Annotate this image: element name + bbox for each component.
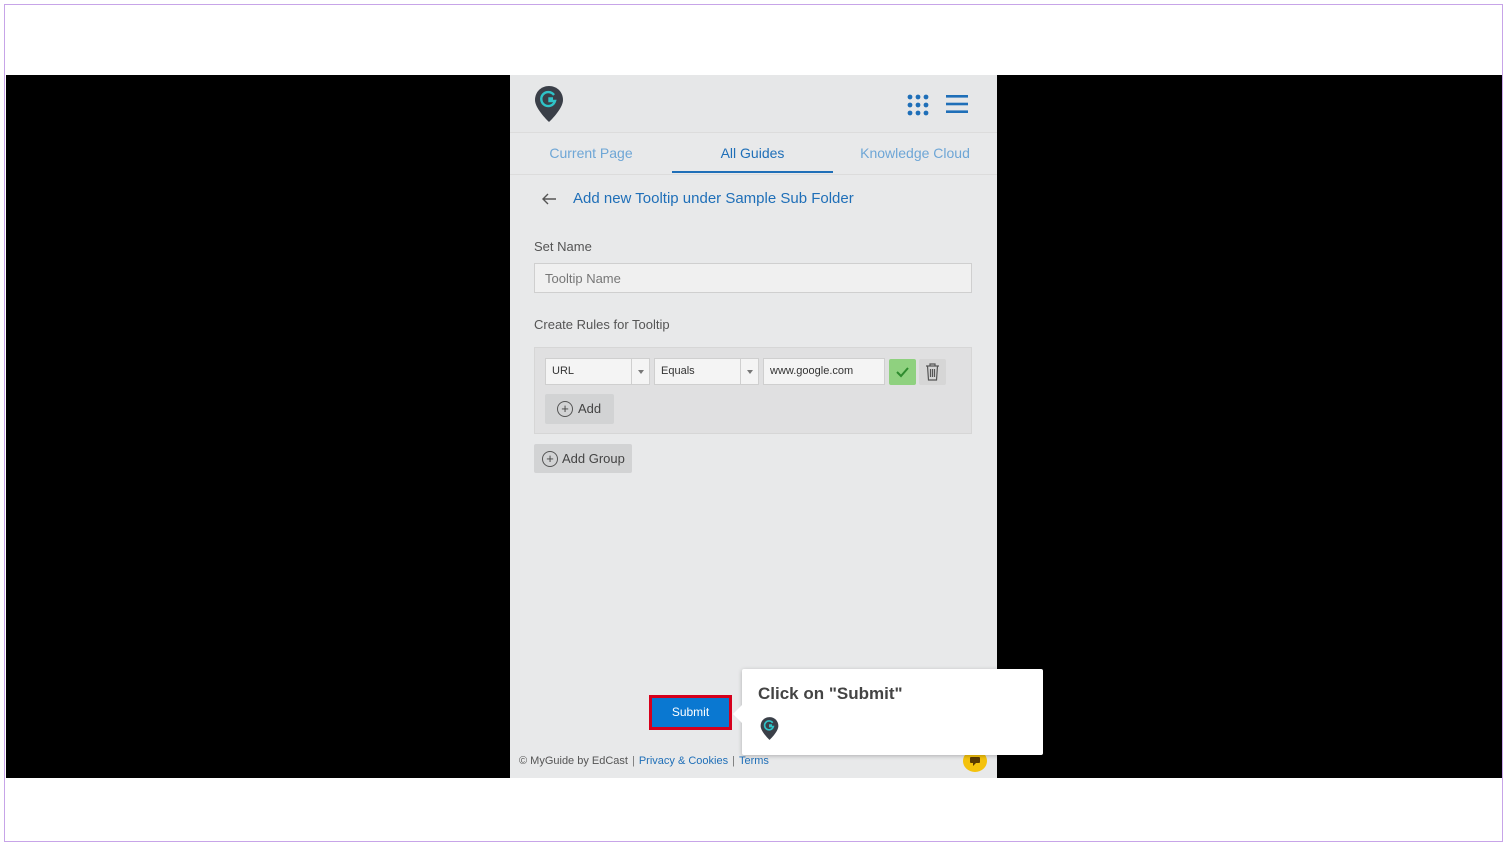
chevron-down-icon: [740, 359, 758, 384]
rule-field-select[interactable]: URL: [545, 358, 650, 385]
privacy-link[interactable]: Privacy & Cookies: [639, 755, 728, 767]
rules-label: Create Rules for Tooltip: [534, 317, 670, 332]
guide-tabs: Current Page All Guides Knowledge Cloud: [510, 134, 997, 175]
add-group-button[interactable]: + Add Group: [534, 444, 632, 473]
tooltip-instruction: Click on "Submit": [758, 684, 903, 703]
rule-operator-value: Equals: [661, 365, 695, 377]
tooltip-name-input[interactable]: [534, 263, 972, 293]
back-arrow-icon[interactable]: [540, 190, 558, 208]
footer-separator: |: [631, 755, 635, 767]
panel-header: [510, 75, 997, 133]
myguide-logo-icon: [535, 86, 563, 122]
add-rule-button[interactable]: + Add: [545, 394, 614, 424]
terms-link[interactable]: Terms: [739, 755, 769, 767]
grid-apps-icon[interactable]: [907, 94, 929, 116]
footer-separator: |: [732, 755, 735, 767]
tab-knowledge-cloud[interactable]: Knowledge Cloud: [833, 134, 997, 174]
rule-field-value: URL: [552, 365, 575, 377]
guide-tooltip: Click on "Submit": [733, 669, 1043, 755]
trash-icon: [926, 363, 939, 381]
hamburger-menu-icon[interactable]: [946, 94, 968, 114]
add-group-label: Add Group: [562, 451, 625, 466]
checkmark-icon: [896, 367, 909, 378]
add-rule-label: Add: [578, 401, 602, 416]
delete-rule-button[interactable]: [919, 359, 946, 385]
submit-button[interactable]: Submit: [650, 696, 731, 729]
rule-value-input[interactable]: www.google.com: [763, 358, 885, 385]
rule-group: URL Equals www.google.com + Add: [534, 347, 972, 434]
page-title: Add new Tooltip under Sample Sub Folder: [573, 190, 854, 207]
tab-current-page[interactable]: Current Page: [510, 134, 672, 174]
plus-circle-icon: +: [557, 401, 573, 417]
set-name-label: Set Name: [534, 239, 592, 254]
plus-circle-icon: +: [542, 451, 558, 467]
tab-all-guides[interactable]: All Guides: [672, 134, 833, 174]
chevron-down-icon: [631, 359, 649, 384]
myguide-logo-icon: [760, 717, 779, 740]
confirm-rule-button[interactable]: [889, 359, 916, 385]
footer-brand: © MyGuide by EdCast: [519, 755, 628, 767]
rule-operator-select[interactable]: Equals: [654, 358, 759, 385]
